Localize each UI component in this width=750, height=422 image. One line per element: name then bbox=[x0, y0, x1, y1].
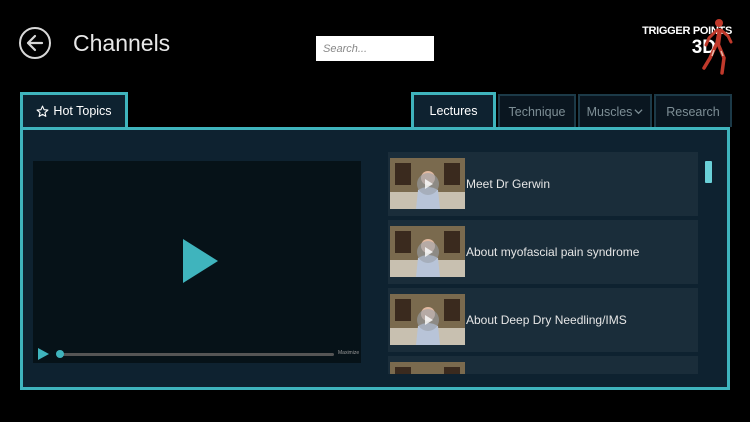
video-thumbnail bbox=[390, 158, 465, 209]
tab-muscles[interactable]: Muscles bbox=[578, 94, 652, 127]
tab-muscles-label: Muscles bbox=[586, 104, 633, 119]
tab-technique[interactable]: Technique bbox=[498, 94, 576, 127]
list-item[interactable] bbox=[388, 356, 698, 374]
play-button[interactable] bbox=[38, 348, 49, 360]
video-list[interactable]: Meet Dr Gerwin About myofascial pain syn… bbox=[388, 152, 698, 374]
video-thumbnail bbox=[390, 362, 465, 374]
tab-hot-topics[interactable]: Hot Topics bbox=[20, 92, 128, 127]
video-title: About myofascial pain syndrome bbox=[466, 245, 640, 259]
progress-track[interactable] bbox=[60, 353, 334, 356]
star-icon bbox=[36, 105, 49, 117]
tab-lectures[interactable]: Lectures bbox=[411, 92, 496, 127]
tab-technique-label: Technique bbox=[508, 104, 566, 119]
video-title: About Deep Dry Needling/IMS bbox=[466, 313, 627, 327]
video-title: Meet Dr Gerwin bbox=[466, 177, 551, 191]
tab-hot-topics-label: Hot Topics bbox=[53, 104, 112, 118]
arrow-left-icon bbox=[26, 34, 44, 52]
fullscreen-button[interactable]: Maximize bbox=[338, 350, 359, 356]
progress-knob[interactable] bbox=[56, 350, 64, 358]
back-button[interactable] bbox=[19, 27, 51, 59]
list-item[interactable]: About myofascial pain syndrome bbox=[388, 220, 698, 284]
chevron-down-icon bbox=[634, 109, 643, 115]
page-title: Channels bbox=[73, 30, 171, 56]
running-figure-icon bbox=[702, 19, 733, 75]
list-item[interactable]: Meet Dr Gerwin bbox=[388, 152, 698, 216]
play-icon[interactable] bbox=[183, 239, 218, 283]
scrollbar-thumb[interactable] bbox=[705, 161, 712, 183]
tab-lectures-label: Lectures bbox=[429, 104, 478, 118]
search-input[interactable] bbox=[316, 36, 434, 61]
video-thumbnail bbox=[390, 226, 465, 277]
list-item[interactable]: About Deep Dry Needling/IMS bbox=[388, 288, 698, 352]
video-thumbnail bbox=[390, 294, 465, 345]
tab-research-label: Research bbox=[666, 104, 720, 119]
tab-research[interactable]: Research bbox=[654, 94, 732, 127]
